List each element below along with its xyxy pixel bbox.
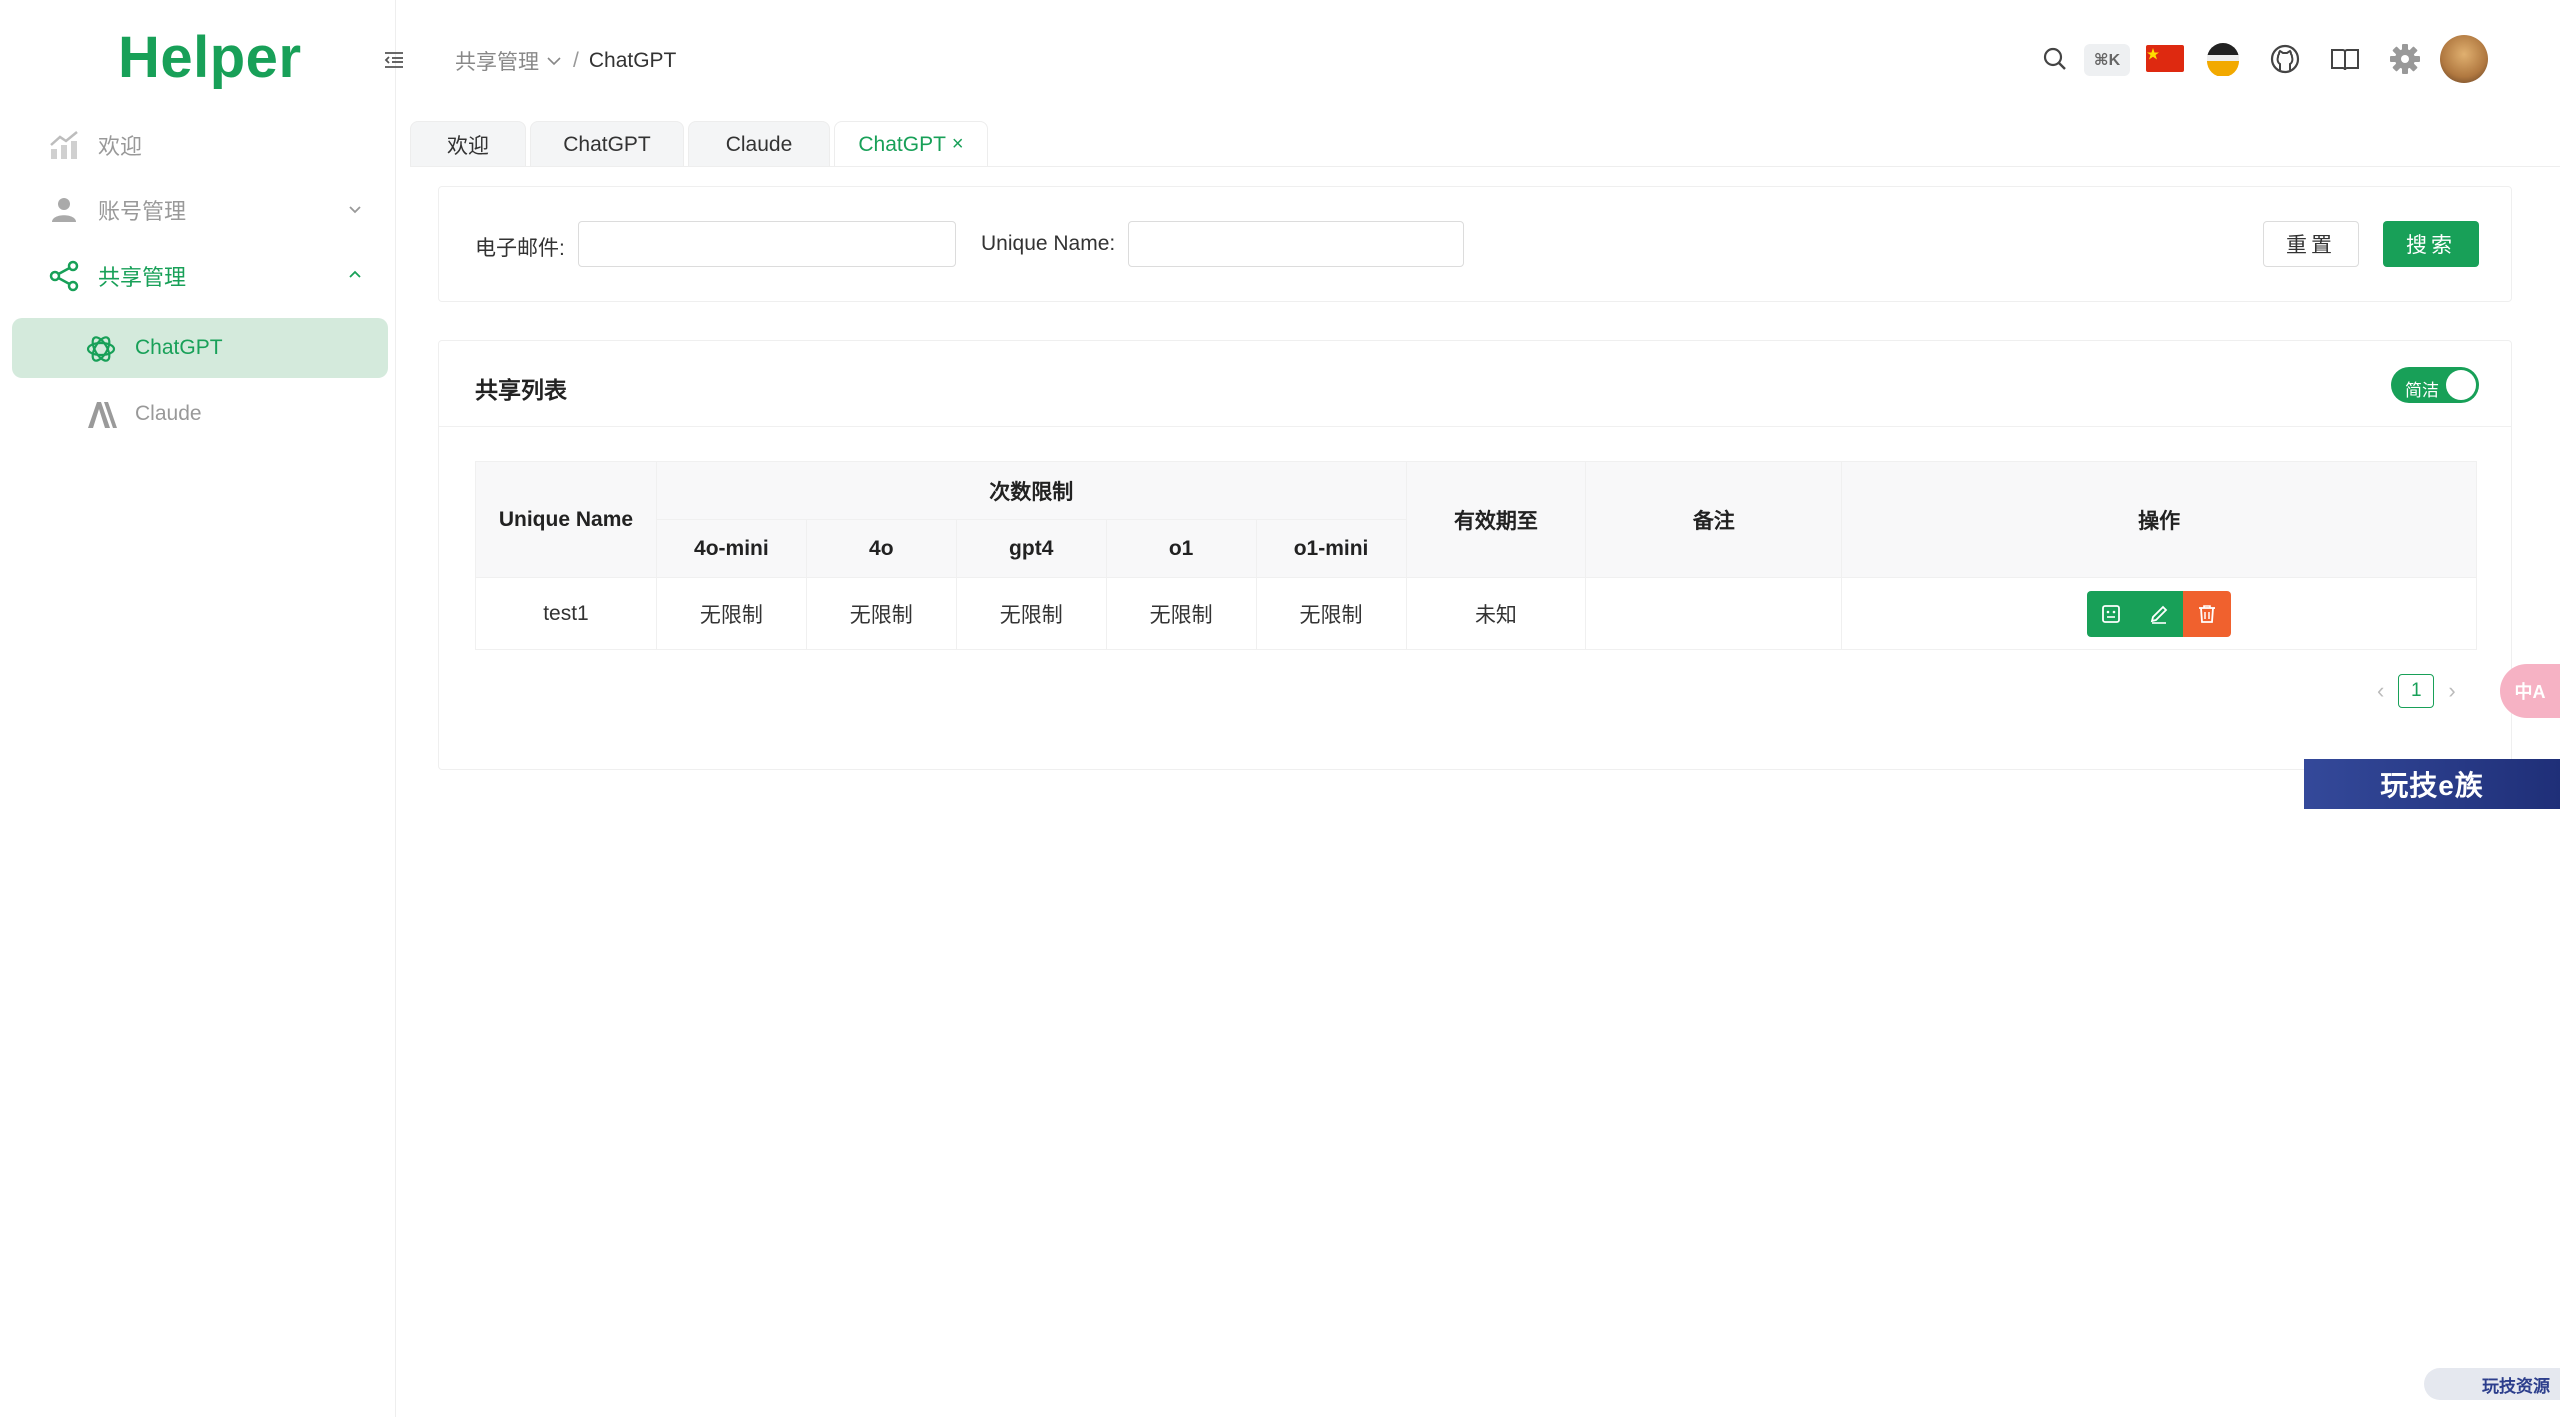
sidebar-item-label: 欢迎 bbox=[98, 134, 143, 159]
share-icon bbox=[49, 260, 79, 292]
pagination: ‹ 1 › bbox=[2377, 674, 2456, 708]
tab-label: ChatGPT bbox=[858, 132, 946, 156]
delete-button[interactable] bbox=[2183, 590, 2232, 637]
email-label: 电子邮件: bbox=[475, 237, 565, 260]
col-header-limit: gpt4 bbox=[955, 519, 1107, 578]
pencil-icon bbox=[2150, 605, 2168, 624]
tab-label: ChatGPT bbox=[563, 132, 651, 156]
prev-page-button[interactable]: ‹ bbox=[2377, 678, 2384, 704]
card-title: 共享列表 bbox=[475, 377, 567, 403]
tabs-divider bbox=[410, 166, 2560, 167]
tab-chatgpt-active[interactable]: ChatGPT × bbox=[834, 121, 988, 167]
avatar[interactable] bbox=[2440, 35, 2488, 83]
unique-name-field[interactable] bbox=[1128, 221, 1464, 267]
sidebar-subitem-claude[interactable]: Claude bbox=[12, 384, 388, 444]
screen-icon bbox=[2102, 604, 2121, 623]
breadcrumb-separator: / bbox=[573, 49, 579, 72]
unique-name-label: Unique Name: bbox=[981, 232, 1116, 255]
sidebar: Helper 欢迎 账号管理 共享管理 ChatGPT Claude bbox=[0, 0, 396, 1417]
anthropic-icon bbox=[88, 402, 117, 428]
cell-limit: 无限制 bbox=[806, 577, 957, 650]
app-logo: Helper bbox=[118, 25, 302, 90]
cell-limit: 无限制 bbox=[1256, 577, 1407, 650]
chevron-up-icon bbox=[349, 270, 361, 278]
cell-expire: 未知 bbox=[1406, 577, 1587, 650]
translate-button[interactable]: 中A bbox=[2500, 664, 2560, 718]
tab-label: Claude bbox=[725, 132, 793, 156]
page-1-button[interactable]: 1 bbox=[2398, 674, 2435, 708]
sidebar-item-label: 共享管理 bbox=[98, 265, 187, 290]
breadcrumb-current: ChatGPT bbox=[588, 49, 677, 72]
email-field[interactable] bbox=[578, 221, 956, 267]
chevron-down-icon[interactable] bbox=[545, 52, 563, 70]
trash-icon bbox=[2199, 604, 2216, 623]
openai-icon bbox=[86, 336, 116, 362]
next-page-button[interactable]: › bbox=[2448, 678, 2455, 704]
col-header-limit-group: 次数限制 bbox=[655, 461, 1407, 520]
search-button[interactable]: 搜索 bbox=[2383, 221, 2479, 267]
row-actions bbox=[2087, 590, 2232, 637]
sidebar-item-sharing[interactable]: 共享管理 bbox=[12, 246, 388, 306]
breadcrumb-parent[interactable]: 共享管理 bbox=[455, 46, 539, 76]
sidebar-subitem-label: ChatGPT bbox=[135, 336, 223, 359]
view-button[interactable] bbox=[2087, 590, 2136, 637]
compact-toggle[interactable]: 简洁 bbox=[2391, 367, 2479, 403]
table-row: test1 无限制 无限制 无限制 无限制 无限制 未知 bbox=[475, 577, 2477, 650]
col-header-actions: 操作 bbox=[1841, 461, 2477, 578]
col-header-limit: 4o bbox=[805, 519, 957, 578]
chart-trend-icon bbox=[50, 131, 78, 159]
col-header-expire: 有效期至 bbox=[1405, 461, 1587, 578]
col-header-limit: o1 bbox=[1105, 519, 1257, 578]
sidebar-item-accounts[interactable]: 账号管理 bbox=[12, 180, 388, 240]
tab-bar: 欢迎 ChatGPT Claude ChatGPT × bbox=[410, 121, 988, 167]
theme-icon[interactable] bbox=[2206, 42, 2240, 76]
chevron-down-icon bbox=[349, 206, 361, 214]
edit-button[interactable] bbox=[2135, 590, 2184, 637]
divider bbox=[439, 426, 2511, 427]
cell-limit: 无限制 bbox=[956, 577, 1107, 650]
menu-collapse-icon[interactable] bbox=[382, 48, 406, 72]
china-flag-icon[interactable] bbox=[2146, 45, 2184, 72]
share-table: Unique Name 次数限制 有效期至 备注 操作 4o-mini 4o g… bbox=[475, 461, 2477, 650]
col-header-remark: 备注 bbox=[1585, 461, 1843, 578]
user-icon bbox=[52, 198, 76, 222]
github-icon[interactable] bbox=[2268, 42, 2302, 76]
toggle-label: 简洁 bbox=[2405, 381, 2439, 400]
sidebar-subitem-label: Claude bbox=[135, 402, 202, 425]
cell-unique-name: test1 bbox=[475, 577, 657, 650]
toggle-knob bbox=[2446, 370, 2476, 400]
tab-claude[interactable]: Claude bbox=[688, 121, 830, 167]
search-form-card: 电子邮件: Unique Name: 重置 搜索 bbox=[438, 186, 2512, 302]
sidebar-subitem-chatgpt[interactable]: ChatGPT bbox=[12, 318, 388, 378]
tab-welcome[interactable]: 欢迎 bbox=[410, 121, 526, 167]
search-icon[interactable] bbox=[2038, 42, 2072, 76]
sidebar-item-welcome[interactable]: 欢迎 bbox=[12, 115, 388, 175]
col-header-limit: 4o-mini bbox=[655, 519, 807, 578]
tab-label: 欢迎 bbox=[447, 134, 489, 158]
share-list-card: 共享列表 简洁 Unique Name 次数限制 有效期至 备注 操作 4o-m… bbox=[438, 340, 2512, 770]
book-icon[interactable] bbox=[2328, 42, 2362, 76]
breadcrumb: 共享管理 / ChatGPT bbox=[455, 46, 676, 76]
watermark-banner: 玩技e族 bbox=[2304, 759, 2560, 809]
cell-remark bbox=[1585, 577, 1843, 650]
sidebar-item-label: 账号管理 bbox=[98, 199, 187, 224]
reset-button[interactable]: 重置 bbox=[2263, 221, 2359, 267]
gear-icon[interactable] bbox=[2388, 42, 2422, 76]
cell-actions bbox=[1841, 577, 2477, 650]
close-icon[interactable]: × bbox=[952, 133, 964, 156]
cell-limit: 无限制 bbox=[656, 577, 807, 650]
col-header-limit: o1-mini bbox=[1255, 519, 1407, 578]
watermark-corner: 玩技资源 bbox=[2424, 1368, 2560, 1400]
tab-chatgpt[interactable]: ChatGPT bbox=[530, 121, 684, 167]
shortcut-badge[interactable]: ⌘K bbox=[2084, 44, 2130, 76]
col-header-unique-name: Unique Name bbox=[475, 461, 657, 578]
cell-limit: 无限制 bbox=[1106, 577, 1257, 650]
